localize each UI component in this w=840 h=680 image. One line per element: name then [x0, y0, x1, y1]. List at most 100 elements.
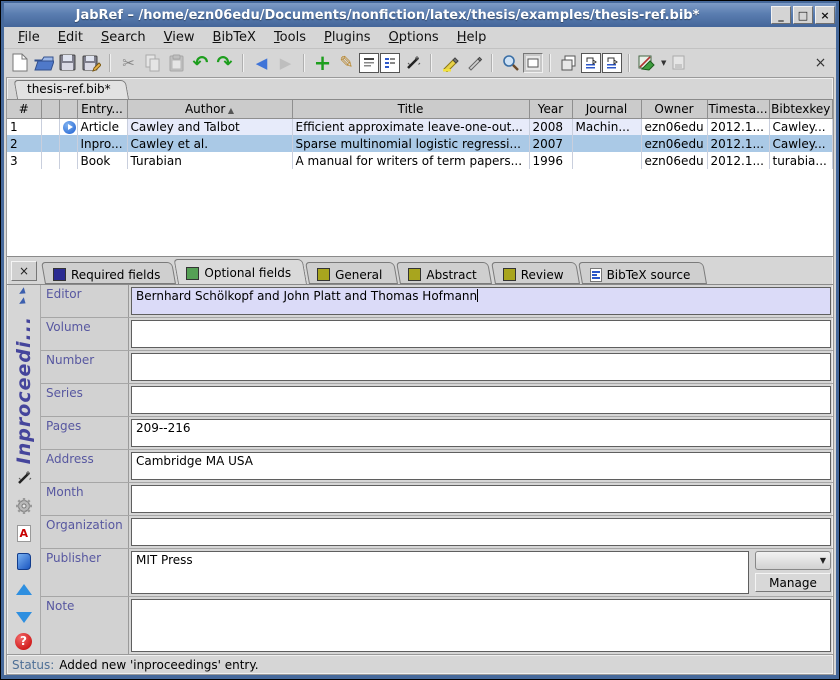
column-header-num[interactable]: # — [7, 100, 41, 118]
menu-help[interactable]: Help — [449, 28, 495, 47]
table-row[interactable]: 2 Inpro...Cawley et al.Sparse multinomial… — [7, 135, 833, 152]
menu-bibtex[interactable]: BibTeX — [205, 28, 264, 47]
cell-journal[interactable] — [572, 135, 641, 152]
cell-owner[interactable]: ezn06edu — [641, 152, 707, 169]
field-input-organization[interactable] — [131, 518, 831, 546]
cell-author[interactable]: Cawley and Talbot — [127, 118, 292, 135]
column-header-title[interactable]: Title — [292, 100, 529, 118]
cell-timestamp[interactable]: 2012.1... — [707, 152, 769, 169]
help-icon[interactable]: ? — [13, 631, 35, 651]
cell-year[interactable]: 2007 — [529, 135, 572, 152]
field-input-editor[interactable]: Bernhard Schölkopf and John Platt and Th… — [131, 287, 831, 315]
toggle-search-pane-icon[interactable] — [523, 53, 543, 73]
column-header-bibtexkey[interactable]: Bibtexkey — [769, 100, 833, 118]
preview-icon[interactable] — [667, 51, 690, 74]
fetch-dropdown-icon[interactable]: ▼ — [661, 59, 666, 67]
entry-table-container[interactable]: #Entry...Author ▲TitleYearJournalOwnerTi… — [7, 99, 833, 257]
cell-bibtexkey[interactable]: Cawley... — [769, 135, 833, 152]
copy-icon[interactable] — [141, 51, 164, 74]
cell-bibtexkey[interactable]: Cawley... — [769, 118, 833, 135]
open-file-icon[interactable] — [13, 552, 35, 572]
journal-abbrev-dropdown[interactable]: ▼ — [755, 551, 831, 570]
field-input-pages[interactable]: 209--216 — [131, 419, 831, 447]
back-icon[interactable]: ◀ — [250, 51, 273, 74]
field-input-month[interactable] — [131, 485, 831, 513]
cell-author[interactable]: Cawley et al. — [127, 135, 292, 152]
pdf-icon[interactable] — [13, 524, 35, 544]
cell-file[interactable] — [59, 118, 77, 135]
cell-year[interactable]: 2008 — [529, 118, 572, 135]
undo-icon[interactable]: ↶ — [189, 51, 212, 74]
cell-file[interactable] — [59, 152, 77, 169]
field-input-series[interactable] — [131, 386, 831, 414]
edit-strings-icon[interactable] — [380, 53, 400, 73]
database-tab[interactable]: thesis-ref.bib* — [17, 80, 129, 99]
field-input-publisher[interactable]: MIT Press — [131, 551, 749, 594]
cell-year[interactable]: 1996 — [529, 152, 572, 169]
cell-num[interactable]: 1 — [7, 118, 41, 135]
generate-key-wand-icon[interactable] — [13, 468, 35, 488]
field-input-address[interactable]: Cambridge MA USA — [131, 452, 831, 480]
redo-icon[interactable]: ↷ — [213, 51, 236, 74]
cell-title[interactable]: Sparse multinomial logistic regressi... — [292, 135, 529, 152]
column-header-owner[interactable]: Owner — [641, 100, 707, 118]
column-header-timestamp[interactable]: Timesta... — [707, 100, 769, 118]
menu-options[interactable]: Options — [381, 28, 447, 47]
edit-preamble-icon[interactable] — [359, 53, 379, 73]
editor-tab-review[interactable]: Review — [495, 262, 580, 284]
column-header-flag[interactable] — [41, 100, 59, 118]
previous-entry-icon[interactable] — [13, 580, 35, 600]
column-header-year[interactable]: Year — [529, 100, 572, 118]
save-as-icon[interactable] — [80, 51, 103, 74]
cell-num[interactable]: 3 — [7, 152, 41, 169]
push-to-editor-icon[interactable] — [602, 53, 622, 73]
entry-editor-close-icon[interactable]: × — [11, 261, 37, 281]
maximize-button[interactable]: □ — [793, 6, 813, 24]
mark-entries-icon[interactable] — [438, 51, 461, 74]
open-database-icon[interactable] — [32, 51, 55, 74]
cell-timestamp[interactable]: 2012.1... — [707, 118, 769, 135]
table-row[interactable]: 3BookTurabianA manual for writers of ter… — [7, 152, 833, 169]
paste-icon[interactable] — [165, 51, 188, 74]
field-input-note[interactable] — [131, 599, 831, 652]
search-icon[interactable] — [499, 51, 522, 74]
cell-journal[interactable]: Machin... — [572, 118, 641, 135]
cell-journal[interactable] — [572, 152, 641, 169]
menu-tools[interactable]: Tools — [266, 28, 314, 47]
forward-icon[interactable]: ▶ — [274, 51, 297, 74]
field-input-volume[interactable] — [131, 320, 831, 348]
table-row[interactable]: 1 ArticleCawley and TalbotEfficient appro… — [7, 118, 833, 135]
cell-author[interactable]: Turabian — [127, 152, 292, 169]
close-button[interactable]: × — [815, 6, 835, 24]
cell-type[interactable]: Inpro... — [77, 135, 127, 152]
field-input-number[interactable] — [131, 353, 831, 381]
editor-tab-required-fields[interactable]: Required fields — [45, 262, 176, 284]
menu-plugins[interactable]: Plugins — [316, 28, 379, 47]
unmark-entries-icon[interactable] — [462, 51, 485, 74]
column-header-journal[interactable]: Journal — [572, 100, 641, 118]
wand-icon[interactable] — [401, 51, 424, 74]
cell-type[interactable]: Article — [77, 118, 127, 135]
cell-num[interactable]: 2 — [7, 135, 41, 152]
next-entry-icon[interactable] — [13, 607, 35, 627]
cell-flag[interactable] — [41, 152, 59, 169]
cell-flag[interactable] — [41, 135, 59, 152]
gear-icon[interactable] — [13, 496, 35, 516]
editor-tab-bibtex-source[interactable]: BibTeX source — [582, 262, 707, 284]
new-database-icon[interactable] — [8, 51, 31, 74]
column-header-type[interactable]: Entry... — [77, 100, 127, 118]
cell-flag[interactable] — [41, 118, 59, 135]
new-entry-icon[interactable]: + — [311, 51, 334, 74]
save-database-icon[interactable] — [56, 51, 79, 74]
cell-owner[interactable]: ezn06edu — [641, 135, 707, 152]
toolbar-close-icon[interactable]: × — [809, 51, 832, 74]
push-to-app-icon[interactable] — [581, 53, 601, 73]
cell-owner[interactable]: ezn06edu — [641, 118, 707, 135]
menu-file[interactable]: File — [10, 28, 48, 47]
cell-title[interactable]: A manual for writers of term papers... — [292, 152, 529, 169]
editor-tab-abstract[interactable]: Abstract — [400, 262, 492, 284]
edit-entry-icon[interactable]: ✎ — [335, 51, 358, 74]
cell-title[interactable]: Efficient approximate leave-one-out... — [292, 118, 529, 135]
cell-bibtexkey[interactable]: turabia... — [769, 152, 833, 169]
column-header-file[interactable] — [59, 100, 77, 118]
